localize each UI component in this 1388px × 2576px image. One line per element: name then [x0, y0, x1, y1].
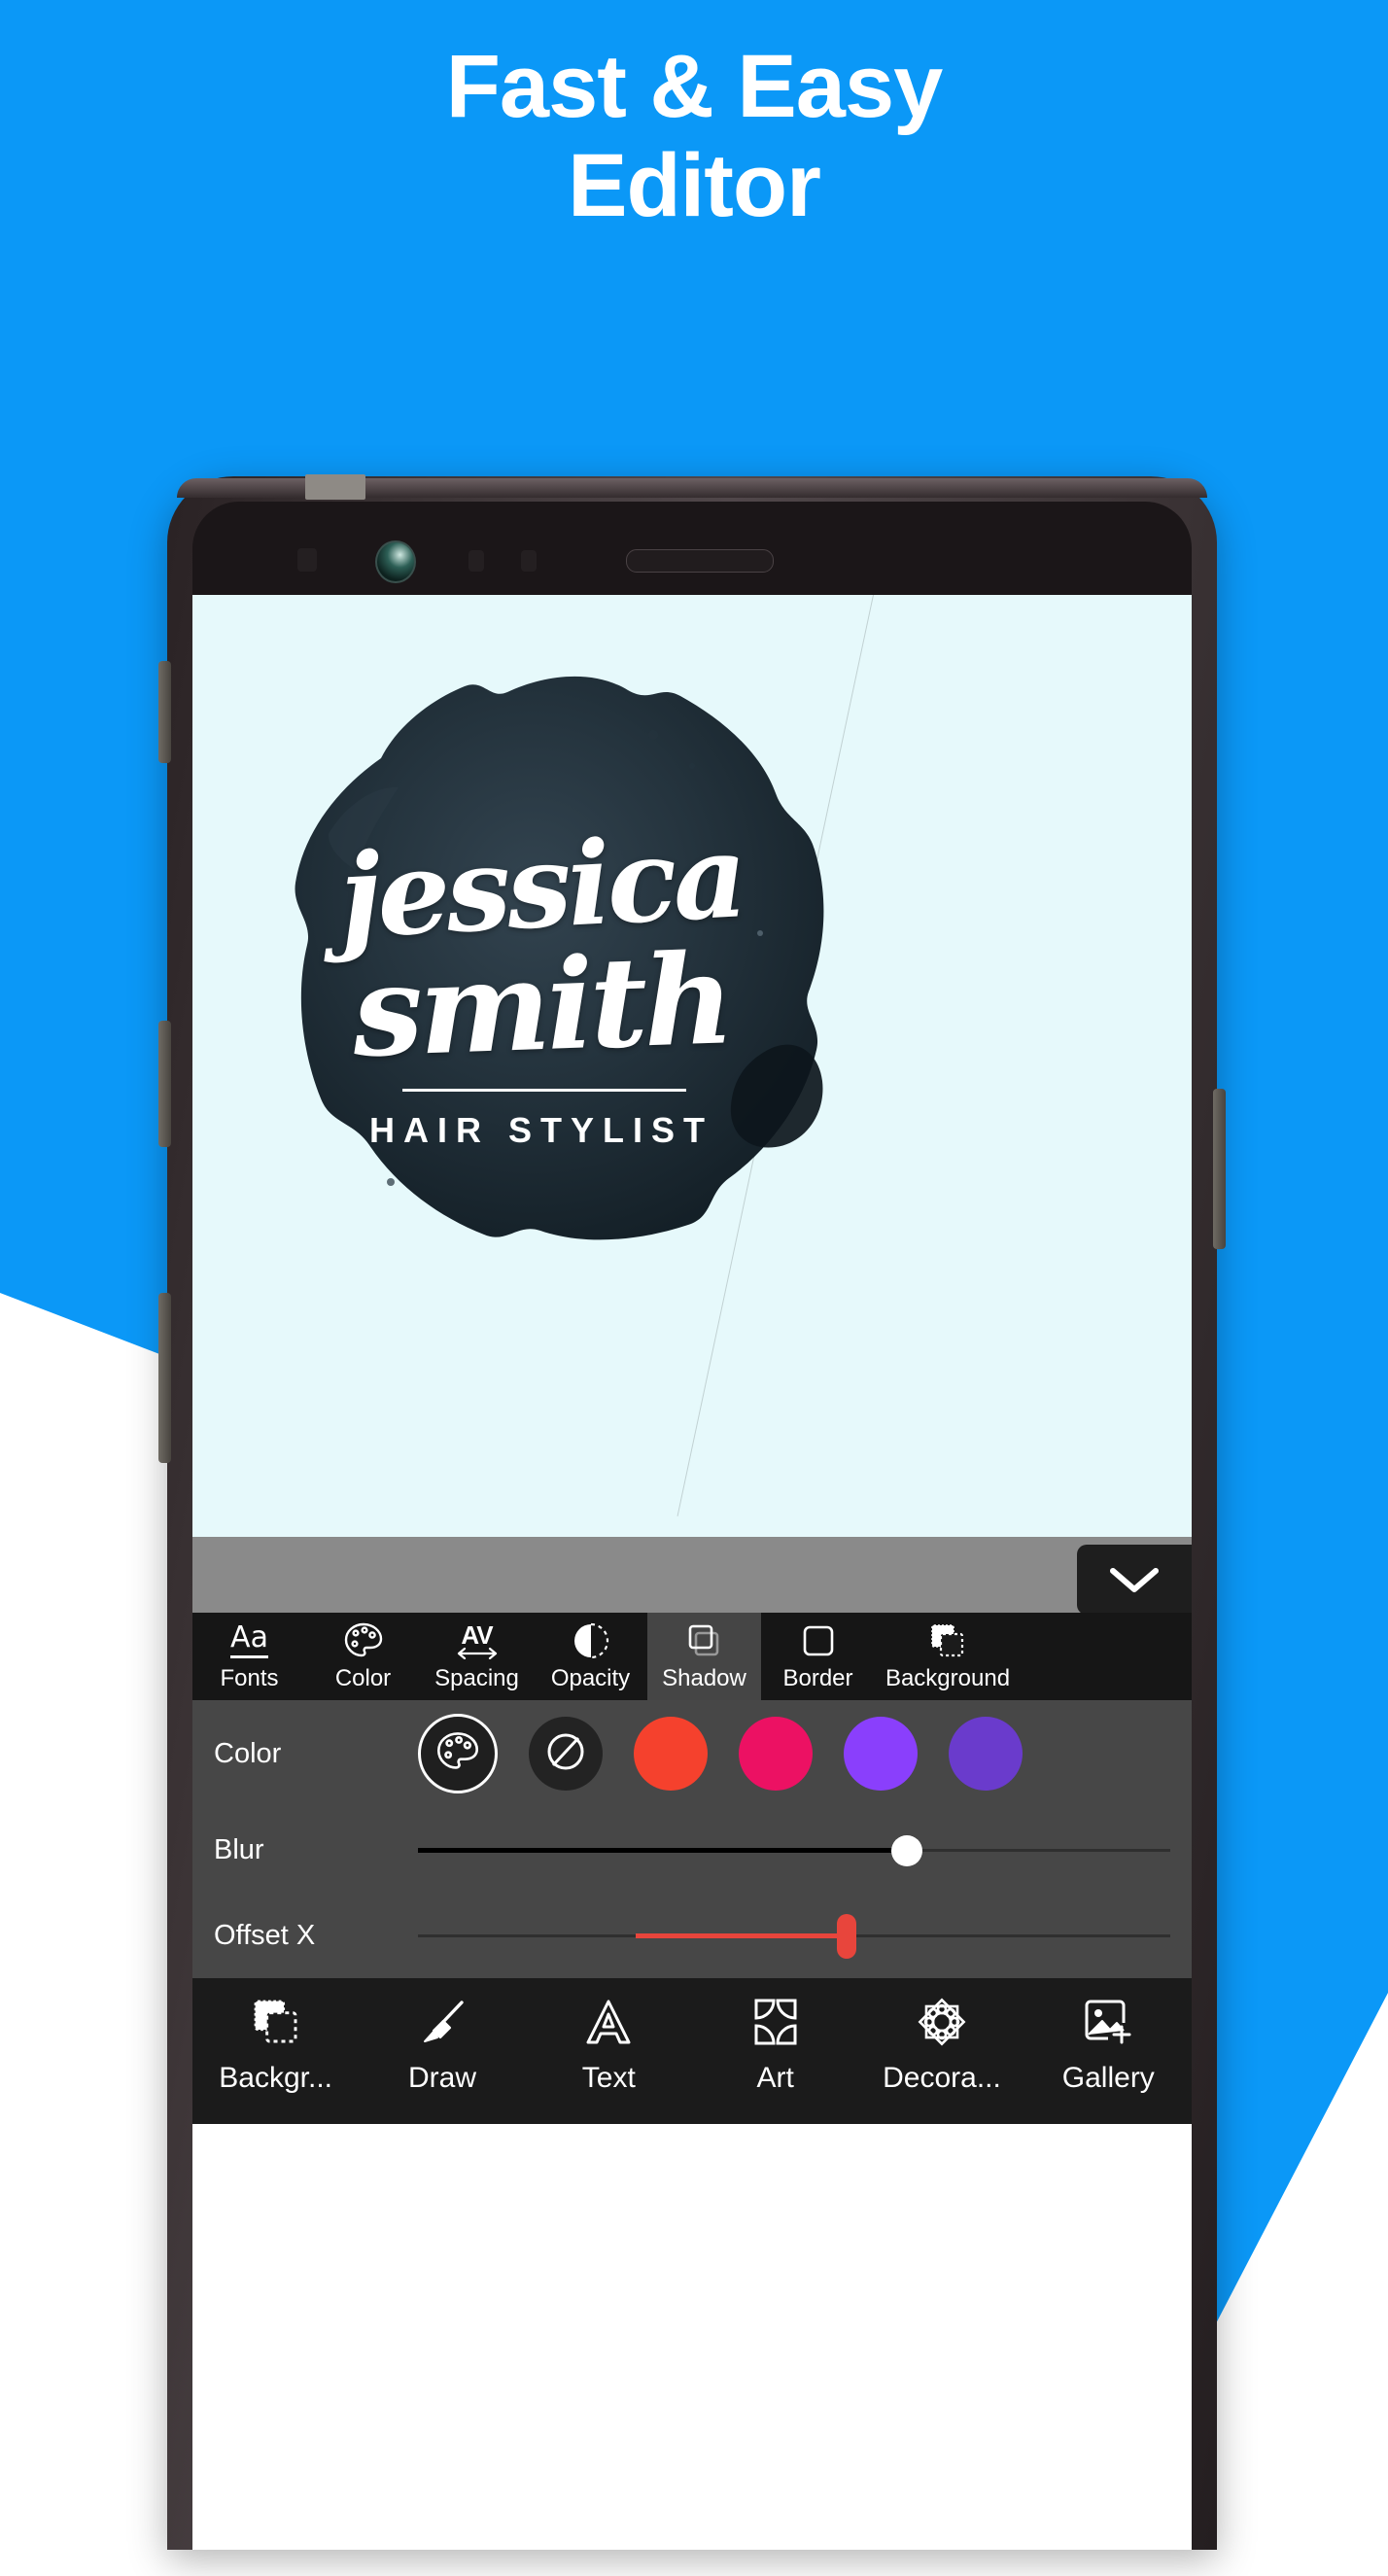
layers-dotted-icon — [927, 1620, 968, 1661]
shadow-color-row[interactable]: Color — [192, 1700, 1192, 1807]
proximity-sensor-icon — [297, 548, 317, 572]
swatch-violet[interactable] — [949, 1717, 1023, 1791]
earpiece-speaker-icon — [626, 549, 774, 573]
square-outline-icon — [800, 1620, 837, 1661]
color-row-label: Color — [214, 1737, 282, 1769]
nav-label-gallery: Gallery — [1061, 2062, 1155, 2094]
tab-spacing[interactable]: AV Spacing — [420, 1613, 534, 1700]
swatch-pink[interactable] — [739, 1717, 813, 1791]
nav-item-draw[interactable]: Draw — [359, 1992, 525, 2095]
phone-button-left-middle — [158, 1021, 171, 1147]
offsetx-slider-thumb[interactable] — [837, 1914, 857, 1959]
watercolor-ink-blob: jessica smith HAIR STYLIST — [235, 642, 848, 1273]
nav-item-background[interactable]: Backgr... — [192, 1992, 359, 2095]
swatch-red[interactable] — [634, 1717, 708, 1791]
tab-background[interactable]: Background — [875, 1613, 1021, 1700]
logo-name-last: smith — [350, 926, 733, 1086]
chevron-down-icon — [1107, 1563, 1162, 1596]
tab-border-label: Border — [782, 1665, 853, 1691]
phone-button-left-lower — [158, 1293, 171, 1463]
four-petals-icon — [749, 1992, 802, 2052]
panel-handle-strip — [192, 1537, 1192, 1615]
image-plus-icon — [1081, 1992, 1135, 2052]
headline-line-2: Editor — [568, 136, 821, 235]
blur-slider-track[interactable] — [418, 1807, 1170, 1893]
tab-fonts[interactable]: Aa Fonts — [192, 1613, 306, 1700]
blur-slider-row[interactable]: Blur — [192, 1807, 1192, 1893]
tab-color[interactable]: Color — [306, 1613, 420, 1700]
text-property-tabbar[interactable]: Aa Fonts Color AV Spacing Opacity Shadow… — [192, 1613, 1192, 1700]
phone-mockup: jessica smith HAIR STYLIST Aa Fonts Colo… — [158, 474, 1226, 2550]
tab-background-label: Background — [885, 1665, 1011, 1691]
phone-button-right — [1213, 1089, 1226, 1249]
nav-item-text[interactable]: Text — [526, 1992, 692, 2095]
tab-fonts-label: Fonts — [220, 1665, 279, 1691]
nav-label-draw: Draw — [407, 2062, 476, 2094]
mandala-star-icon — [915, 1992, 969, 2052]
phone-top-nub — [305, 474, 365, 500]
front-camera-icon — [375, 540, 416, 583]
tab-shadow-label: Shadow — [662, 1665, 746, 1691]
palette-icon — [343, 1620, 384, 1661]
letter-a-icon — [582, 1992, 635, 2052]
layers-dotted-icon — [249, 1992, 303, 2052]
editor-bottom-nav[interactable]: Backgr... Draw Text Art Decora... Galler… — [192, 1978, 1192, 2124]
offsetx-slider-label: Offset X — [214, 1919, 316, 1951]
offsetx-slider-row[interactable]: Offset X — [192, 1893, 1192, 1978]
logo-divider-rule — [402, 1089, 686, 1092]
phone-button-left-top — [158, 661, 171, 763]
stacked-squares-icon — [684, 1620, 725, 1661]
nav-label-text: Text — [581, 2062, 636, 2094]
swatch-purple[interactable] — [844, 1717, 918, 1791]
offsetx-slider-track[interactable] — [418, 1893, 1170, 1978]
tab-border[interactable]: Border — [761, 1613, 875, 1700]
blur-slider-fill — [418, 1848, 908, 1853]
blur-slider-thumb[interactable] — [891, 1835, 923, 1866]
nav-label-art: Art — [756, 2062, 794, 2094]
phone-bezel: jessica smith HAIR STYLIST Aa Fonts Colo… — [192, 502, 1192, 2550]
nav-label-background: Backgr... — [219, 2062, 333, 2094]
tab-opacity[interactable]: Opacity — [534, 1613, 647, 1700]
page-title: Fast & Easy Editor — [0, 37, 1388, 235]
nav-item-art[interactable]: Art — [692, 1992, 858, 2095]
nav-item-gallery[interactable]: Gallery — [1025, 1992, 1192, 2095]
paintbrush-icon — [416, 1992, 468, 2052]
no-color-swatch[interactable] — [529, 1717, 603, 1791]
logo-subtitle: HAIR STYLIST — [368, 1110, 713, 1150]
tab-spacing-label: Spacing — [434, 1665, 519, 1691]
tab-opacity-label: Opacity — [550, 1665, 631, 1691]
color-swatch-list[interactable] — [418, 1714, 1023, 1793]
collapse-panel-button[interactable] — [1077, 1545, 1192, 1615]
half-circle-icon — [572, 1620, 610, 1661]
light-sensor-icon — [521, 550, 537, 572]
editor-canvas[interactable]: jessica smith HAIR STYLIST — [192, 595, 1192, 1537]
iris-sensor-icon — [468, 550, 484, 572]
phone-screen: jessica smith HAIR STYLIST Aa Fonts Colo… — [192, 595, 1192, 2550]
phone-sensor-row — [192, 537, 1192, 583]
nav-item-decoration[interactable]: Decora... — [858, 1992, 1024, 2095]
aa-underline-icon: Aa — [230, 1620, 268, 1661]
tab-color-label: Color — [334, 1665, 392, 1691]
nav-label-decoration: Decora... — [883, 2062, 1001, 2094]
palette-icon — [435, 1730, 480, 1778]
offsetx-slider-fill — [636, 1933, 848, 1938]
no-color-icon — [541, 1727, 590, 1781]
custom-color-picker-swatch[interactable] — [418, 1714, 498, 1793]
tab-shadow[interactable]: Shadow — [647, 1613, 761, 1700]
headline-line-1: Fast & Easy — [445, 37, 944, 136]
blur-slider-label: Blur — [214, 1833, 264, 1865]
av-arrows-icon: AV — [455, 1620, 500, 1661]
